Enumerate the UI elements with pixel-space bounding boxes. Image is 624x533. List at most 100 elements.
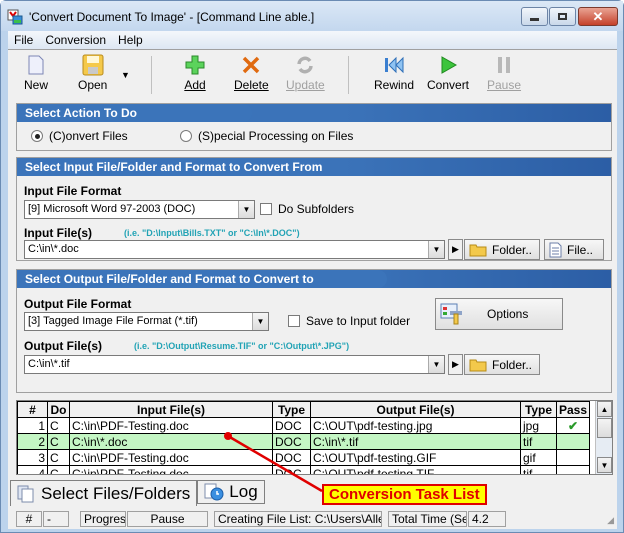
play-convert-icon (441, 56, 458, 74)
conversion-task-list-callout: Conversion Task List (322, 484, 487, 505)
chevron-down-icon[interactable]: ▼ (428, 241, 444, 258)
menu-bar: File Conversion Help (8, 31, 617, 49)
col-header-output[interactable]: Output File(s) (310, 401, 521, 418)
tab-log[interactable]: Log (197, 480, 265, 504)
scroll-up-button[interactable]: ▲ (597, 401, 612, 417)
action-panel: Select Action To Do (C)onvert Files (S)p… (16, 103, 612, 151)
close-button[interactable]: ✕ (578, 7, 618, 26)
open-button[interactable]: Open (78, 54, 107, 92)
output-files-hint: (i.e. "D:\Output\Resume.TIF" or "C:\Outp… (134, 341, 350, 351)
radio-convert-files[interactable]: (C)onvert Files (31, 129, 128, 143)
input-file-button[interactable]: File.. (544, 239, 604, 260)
file-icon (549, 242, 562, 257)
options-settings-icon (440, 303, 462, 325)
rewind-button[interactable]: Rewind (374, 54, 414, 92)
table-row[interactable]: 1 C C:\in\PDF-Testing.doc DOC C:\OUT\pdf… (17, 417, 591, 434)
input-format-label: Input File Format (24, 184, 122, 198)
input-arrow-button[interactable]: ▶ (448, 239, 463, 260)
minimize-button[interactable] (521, 7, 548, 26)
output-arrow-button[interactable]: ▶ (448, 354, 463, 375)
input-files-label: Input File(s) (24, 226, 92, 240)
status-progress-label: Progress: (80, 511, 126, 527)
action-panel-header: Select Action To Do (17, 104, 611, 122)
update-button[interactable]: Update (286, 54, 325, 92)
open-dropdown-arrow-icon[interactable]: ▼ (121, 70, 130, 80)
play-arrow-icon: ▶ (452, 359, 459, 369)
status-time-value: 4.2 (468, 511, 506, 527)
title-bar: 'Convert Document To Image' - [Command L… (1, 1, 623, 31)
radio-unselected-icon (180, 130, 192, 142)
chevron-up-icon: ▲ (600, 404, 609, 414)
floppy-disk-icon (82, 54, 104, 76)
radio-special-processing[interactable]: (S)pecial Processing on Files (180, 129, 353, 143)
add-button[interactable]: Add (184, 54, 206, 92)
status-hash: # (16, 511, 42, 527)
col-header-pass[interactable]: Pass (555, 401, 591, 418)
menu-help[interactable]: Help (112, 31, 149, 49)
input-panel-header: Select Input File/Folder and Format to C… (17, 158, 611, 176)
add-plus-icon (185, 55, 205, 75)
col-header-num[interactable]: # (17, 401, 48, 418)
tab-select-files-folders[interactable]: Select Files/Folders (10, 480, 198, 506)
toolbar: New Open ▼ Add Delete Update Rewind Conv… (8, 49, 617, 97)
scroll-thumb[interactable] (597, 418, 612, 438)
task-table: # Do Input File(s) Type Output File(s) T… (17, 401, 591, 474)
output-files-field[interactable]: C:\in\*.tif ▼ (24, 355, 445, 374)
pause-button[interactable]: Pause (487, 54, 521, 92)
log-clock-icon (204, 483, 224, 501)
options-button[interactable]: Options (435, 298, 563, 330)
do-subfolders-checkbox[interactable]: Do Subfolders (260, 202, 354, 216)
table-row[interactable]: 4 C C:\in\PDF-Testing.doc DOC C:\OUT\pdf… (17, 465, 591, 474)
chevron-down-icon[interactable]: ▼ (238, 201, 254, 218)
chevron-down-icon: ▼ (600, 460, 609, 470)
new-button[interactable]: New (24, 54, 48, 92)
output-format-select[interactable]: [3] Tagged Image File Format (*.tif) ▼ (24, 312, 269, 331)
col-header-input[interactable]: Input File(s) (69, 401, 273, 418)
chevron-down-icon[interactable]: ▼ (428, 356, 444, 373)
scroll-down-button[interactable]: ▼ (597, 457, 612, 473)
output-files-label: Output File(s) (24, 339, 102, 353)
toolbar-separator (151, 56, 152, 94)
new-document-icon (28, 55, 44, 75)
col-header-do[interactable]: Do (47, 401, 70, 418)
app-window: 'Convert Document To Image' - [Command L… (0, 0, 624, 533)
folder-icon (469, 359, 487, 372)
col-header-input-type[interactable]: Type (272, 401, 311, 418)
rewind-icon (385, 56, 404, 74)
save-to-input-folder-checkbox[interactable]: Save to Input folder (288, 314, 410, 328)
folder-icon (469, 244, 487, 257)
radio-selected-icon (31, 130, 43, 142)
status-task-number: - (43, 511, 69, 527)
chevron-down-icon[interactable]: ▼ (252, 313, 268, 330)
table-row[interactable]: 3 C C:\in\PDF-Testing.doc DOC C:\OUT\pdf… (17, 449, 591, 466)
col-header-output-type[interactable]: Type (520, 401, 557, 418)
status-time-label: Total Time (Sec): (388, 511, 467, 527)
output-folder-button[interactable]: Folder.. (464, 354, 540, 375)
input-files-hint: (i.e. "D:\Input\Bills.TXT" or "C:\In\*.D… (124, 228, 300, 238)
close-icon: ✕ (592, 8, 604, 24)
toolbar-separator (348, 56, 349, 94)
status-bar: # - Progress: Pause Creating File List: … (8, 509, 617, 529)
input-files-field[interactable]: C:\in\*.doc ▼ (24, 240, 445, 259)
delete-button[interactable]: Delete (234, 54, 269, 92)
input-folder-button[interactable]: Folder.. (464, 239, 540, 260)
resize-grip-icon[interactable]: ◢ (607, 515, 614, 526)
minimize-icon (530, 18, 539, 21)
vertical-scrollbar[interactable]: ▲ ▼ (595, 401, 612, 474)
play-arrow-icon: ▶ (452, 244, 459, 254)
output-panel-header: Select Output File/Folder and Format to … (17, 270, 611, 288)
conversion-task-list: # Do Input File(s) Type Output File(s) T… (16, 400, 613, 475)
table-row[interactable]: 2 C C:\in\*.doc DOC C:\in\*.tif tif (17, 433, 591, 450)
menu-conversion[interactable]: Conversion (39, 31, 112, 49)
maximize-button[interactable] (549, 7, 576, 26)
status-progress-value: Pause (127, 511, 208, 527)
client-area: File Conversion Help New Open ▼ Add Dele… (8, 31, 617, 529)
input-panel: Select Input File/Folder and Format to C… (16, 157, 612, 261)
update-refresh-icon (297, 56, 314, 74)
window-title: 'Convert Document To Image' - [Command L… (29, 10, 315, 24)
menu-file[interactable]: File (8, 31, 39, 49)
convert-button[interactable]: Convert (427, 54, 469, 92)
input-format-select[interactable]: [9] Microsoft Word 97-2003 (DOC) ▼ (24, 200, 255, 219)
maximize-icon (558, 13, 567, 20)
output-panel: Select Output File/Folder and Format to … (16, 269, 612, 393)
